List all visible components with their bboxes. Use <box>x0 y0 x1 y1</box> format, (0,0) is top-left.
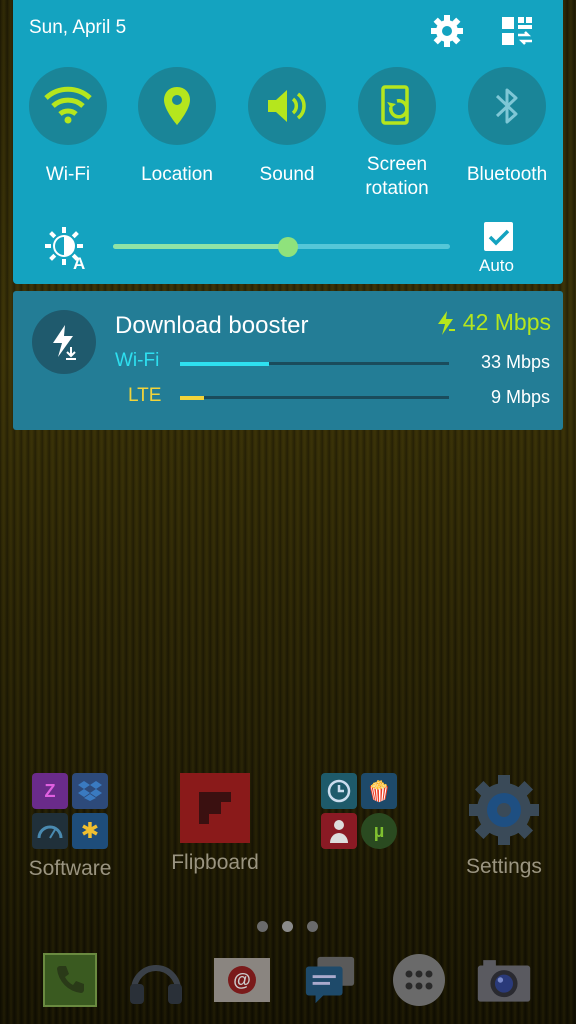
toggle-label-screen-rotation: Screen rotation <box>347 153 447 201</box>
app-settings[interactable]: Settings <box>449 773 559 879</box>
brightness-slider[interactable] <box>113 237 450 257</box>
total-speed-value: 42 Mbps <box>462 309 551 335</box>
auto-brightness-label: Auto <box>479 256 514 275</box>
wifi-label: Wi-Fi <box>115 350 160 371</box>
toggle-label-sound: Sound <box>259 164 315 185</box>
dropbox-icon <box>72 773 108 809</box>
app-label-settings: Settings <box>466 855 542 878</box>
headphones-icon[interactable] <box>128 952 184 1008</box>
edit-tiles-icon[interactable] <box>497 12 537 50</box>
wifi-speed-bar <box>180 361 449 366</box>
svg-text:A: A <box>73 254 85 271</box>
toggle-bluetooth[interactable]: Bluetooth <box>457 67 557 187</box>
walmart-icon: ✱ <box>72 813 108 849</box>
app-folder-media[interactable]: 🍿 µ <box>304 773 414 857</box>
brightness-slider-thumb[interactable] <box>278 237 299 257</box>
app-label-software: Software <box>28 857 112 880</box>
speedtest-icon <box>32 813 68 849</box>
toggle-label-location: Location <box>141 164 213 185</box>
toggle-location[interactable]: Location <box>127 67 227 187</box>
software-folder-icons: Z ✱ <box>32 773 108 849</box>
speaker-icon <box>248 67 326 145</box>
quick-settings-panel: Sun, April 5 Wi-Fi Location Sound Screen… <box>13 0 563 284</box>
settings-gear-icon[interactable] <box>427 12 467 50</box>
popcorn-icon: 🍿 <box>361 773 397 809</box>
apps-grid-icon[interactable] <box>391 952 447 1008</box>
lte-speed-bar-fill <box>180 395 205 400</box>
utorrent-icon: µ <box>361 813 397 849</box>
app-label-flipboard: Flipboard <box>171 851 259 874</box>
checkmark-icon <box>488 229 509 245</box>
zedge-icon: Z <box>32 773 68 809</box>
auto-brightness-checkbox[interactable] <box>484 222 513 251</box>
lte-label: LTE <box>128 385 162 406</box>
messages-icon[interactable] <box>302 952 358 1008</box>
media-folder-icons: 🍿 µ <box>321 773 397 849</box>
flipboard-icon <box>180 773 250 843</box>
page-dot[interactable] <box>257 921 268 932</box>
wifi-speed: 33 Mbps <box>480 352 550 372</box>
download-booster-icon <box>32 310 96 374</box>
lte-speed-bar <box>180 395 449 400</box>
toggle-label-screen-line2: rotation <box>365 178 429 199</box>
wifi-icon <box>29 67 107 145</box>
toggle-sound[interactable]: Sound <box>237 67 337 187</box>
toggle-label-screen-line1: Screen <box>366 154 428 175</box>
camera-icon[interactable] <box>476 952 532 1008</box>
toggle-label-wifi: Wi-Fi <box>45 164 91 185</box>
toggle-wifi[interactable]: Wi-Fi <box>18 67 118 187</box>
app-folder-software[interactable]: Z ✱ Software <box>15 773 125 881</box>
page-dot[interactable] <box>307 921 318 932</box>
wifi-speed-bar-fill <box>180 361 269 366</box>
date-label: Sun, April 5 <box>29 17 127 38</box>
screen-rotation-icon <box>358 67 436 145</box>
lte-speed: 9 Mbps <box>490 387 550 407</box>
download-booster-notification[interactable]: Download booster 42 Mbps Wi-Fi 33 Mbps L… <box>13 291 563 430</box>
settings-app-icon <box>465 773 543 847</box>
booster-bolt-icon <box>437 310 455 335</box>
toggle-screen-rotation[interactable]: Screen rotation <box>347 67 447 201</box>
svg-text:@: @ <box>233 970 251 990</box>
notification-title: Download booster <box>115 312 309 339</box>
phone-icon[interactable] <box>42 952 98 1008</box>
bluetooth-icon <box>468 67 546 145</box>
page-dot-active[interactable] <box>282 921 293 932</box>
toggle-label-bluetooth: Bluetooth <box>466 164 548 185</box>
total-speed: 42 Mbps <box>435 309 551 336</box>
page-indicator <box>257 921 318 932</box>
auto-brightness-icon: A <box>43 225 91 273</box>
timer-app-icon <box>321 773 357 809</box>
location-pin-icon <box>138 67 216 145</box>
app-flipboard[interactable]: Flipboard <box>160 773 270 875</box>
email-icon[interactable]: @ <box>214 952 270 1008</box>
profile-app-icon <box>321 813 357 849</box>
brightness-slider-fill <box>113 244 289 249</box>
